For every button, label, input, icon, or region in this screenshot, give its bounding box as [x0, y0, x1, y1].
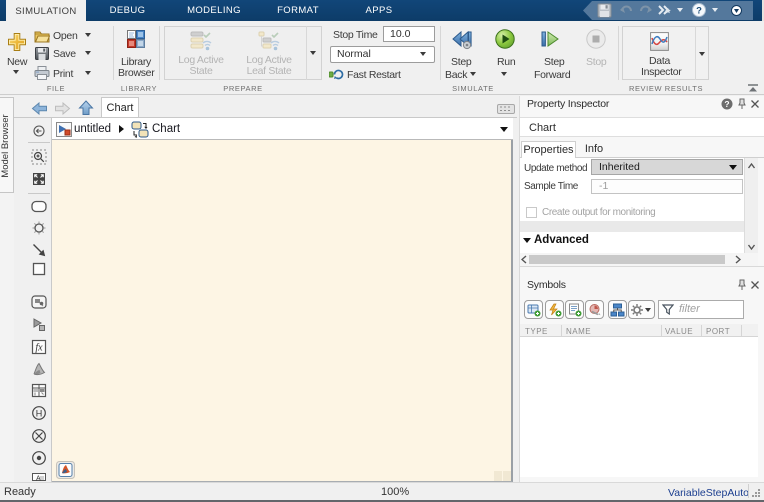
- svg-text:A: A: [36, 476, 41, 482]
- svg-text:fx: fx: [35, 343, 43, 354]
- svg-text:H: H: [36, 408, 43, 418]
- svg-text:?: ?: [696, 6, 702, 17]
- svg-text:?: ?: [724, 99, 729, 109]
